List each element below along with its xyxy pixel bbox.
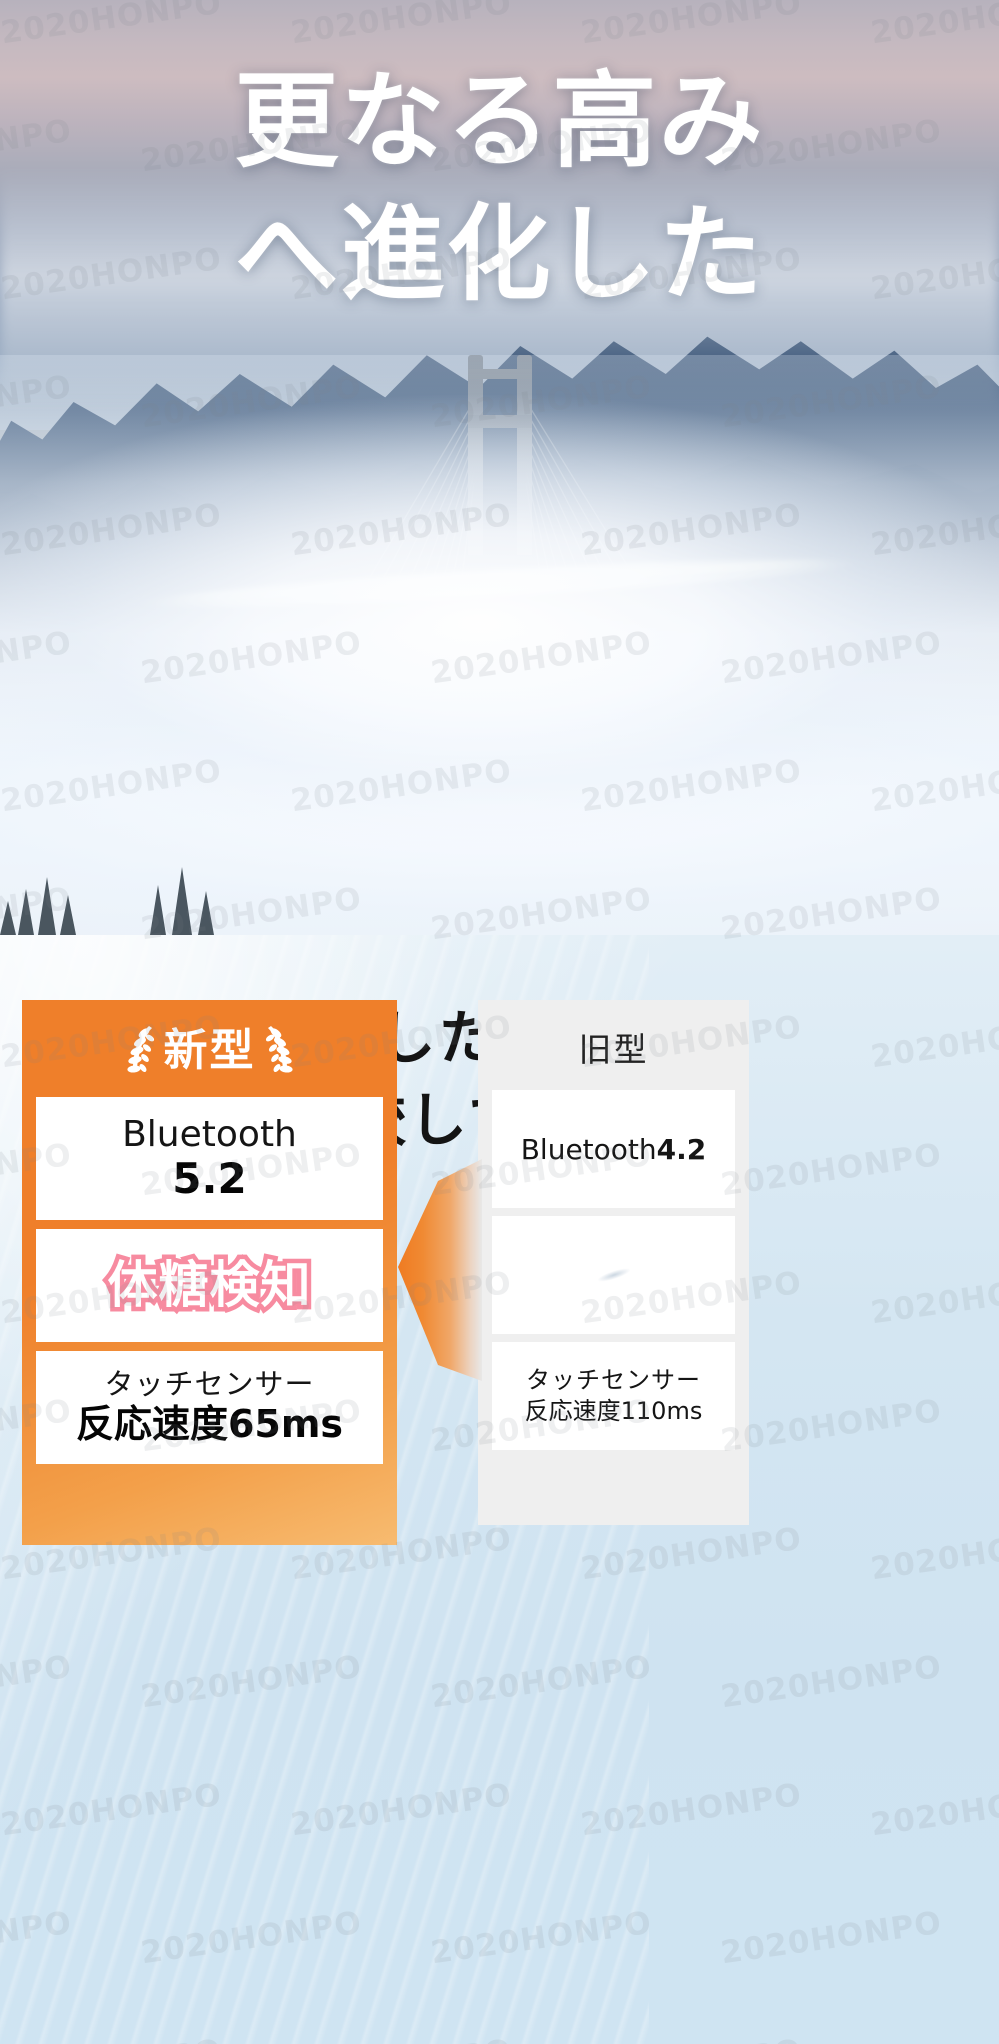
new-touch-response-value: 反応速度65ms	[75, 1402, 344, 1447]
product-landing-page: 更なる高み へ進化した 進化したところを 比較してみると	[0, 0, 999, 2044]
new-spec-card-touch: タッチセンサー 反応速度65ms	[36, 1351, 383, 1464]
old-spec-card-touch: タッチセンサー 反応速度110ms	[492, 1342, 735, 1450]
old-bluetooth-version: 4.2	[656, 1132, 707, 1166]
old-touch-response-value: 反応速度110ms	[524, 1397, 703, 1425]
laurel-branch-icon	[126, 1026, 154, 1073]
new-spec-card-glucose: 体糖検知	[36, 1229, 383, 1342]
old-bluetooth-label: Bluetooth	[520, 1132, 657, 1166]
old-spec-card-bluetooth: Bluetooth4.2	[492, 1090, 735, 1208]
old-model-label: 旧型	[578, 1030, 649, 1069]
old-bluetooth-row: Bluetooth4.2	[521, 1133, 707, 1166]
laurel-branch-icon	[265, 1026, 293, 1073]
old-spec-card-empty	[492, 1216, 735, 1334]
old-model-panel: 旧型 Bluetooth4.2 タッチセンサー 反応速度110ms	[478, 1000, 749, 1525]
glucose-detection-label: 体糖検知	[103, 1253, 315, 1317]
new-touch-sensor-label: タッチセンサー	[104, 1367, 315, 1402]
new-spec-card-bluetooth: Bluetooth 5.2	[36, 1097, 383, 1220]
old-touch-sensor-label: タッチセンサー	[526, 1365, 701, 1394]
left-arrow-icon	[398, 1159, 482, 1381]
new-model-header: 新型	[36, 1014, 383, 1088]
old-model-header: 旧型	[492, 1012, 735, 1082]
new-model-panel: 新型 Bluetooth 5.2 体糖検知 タッチセンサー 反応速度65ms	[22, 1000, 397, 1545]
new-model-label: 新型	[163, 1025, 256, 1076]
empty-placeholder-mark	[596, 1265, 631, 1285]
hero-headline: 更なる高み へ進化した	[234, 60, 765, 316]
comparison-panels: 新型 Bluetooth 5.2 体糖検知 タッチセンサー 反応速度65ms 旧…	[0, 1000, 999, 2044]
new-bluetooth-label: Bluetooth	[122, 1113, 297, 1155]
tree-silhouette-icon	[0, 867, 214, 935]
hero-banner: 更なる高み へ進化した	[0, 0, 999, 935]
new-bluetooth-version: 5.2	[172, 1154, 247, 1204]
